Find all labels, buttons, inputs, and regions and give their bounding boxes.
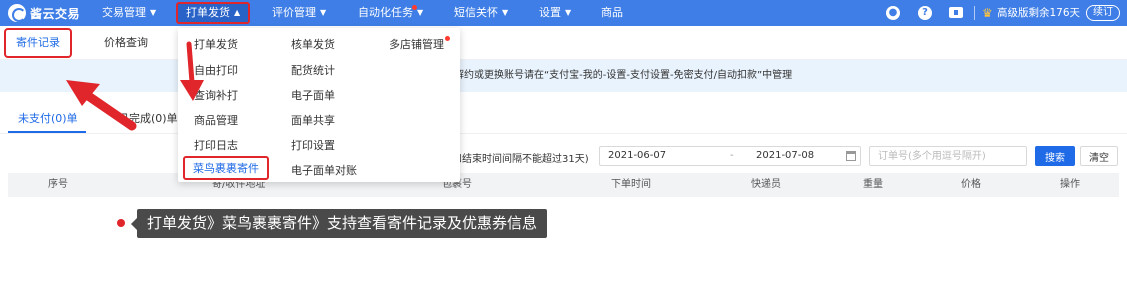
nav-settings[interactable]: 设置 ▼: [539, 0, 571, 26]
date-range-hint: 和结束时间间隔不能超过31天): [452, 154, 589, 165]
help-icon[interactable]: ?: [918, 6, 932, 20]
menu-item-verify-ship[interactable]: 核单发货: [291, 36, 335, 52]
menu-item-waybill-sharing[interactable]: 面单共享: [291, 112, 335, 128]
column-header: 序号: [48, 179, 68, 190]
notification-dot: [445, 36, 450, 41]
top-nav-bar: 酱云交易 交易管理 ▼ 打单发货 ▲ 评价管理 ▼ 自动化任务 ▼ 短信关怀 ▼ 设置 ▼ …: [0, 0, 1127, 26]
tab-price-query[interactable]: 价格查询: [104, 26, 148, 60]
tab-completed[interactable]: 已完成(0)单: [118, 110, 178, 126]
menu-item-e-waybill[interactable]: 电子面单: [291, 87, 335, 103]
menu-item-multi-store[interactable]: 多店铺管理: [389, 36, 444, 52]
menu-item-free-print[interactable]: 自由打印: [194, 62, 238, 78]
chevron-down-icon: ▼: [417, 8, 424, 17]
date-range-picker[interactable]: 2021-06-07 - 2021-07-08: [599, 146, 861, 166]
plan-remaining-text: 高级版剩余176天: [997, 7, 1081, 19]
menu-item-product-management[interactable]: 商品管理: [194, 112, 238, 128]
app-logo[interactable]: 酱云交易: [8, 4, 80, 22]
chevron-down-icon: ▼: [502, 8, 509, 17]
logo-icon: [8, 4, 26, 22]
nav-automation-tasks[interactable]: 自动化任务 ▼: [358, 0, 423, 26]
clear-button[interactable]: 清空: [1080, 146, 1118, 166]
nav-print-ship[interactable]: 打单发货 ▲: [176, 2, 251, 24]
print-ship-dropdown-menu: 打单发货 自由打印 查询补打 商品管理 打印日志 菜鸟裹裹寄件 核单发货 配货统…: [178, 28, 460, 182]
calendar-icon[interactable]: [846, 151, 856, 161]
nav-products[interactable]: 商品: [601, 0, 623, 26]
chevron-up-icon: ▲: [234, 8, 241, 17]
chevron-down-icon: ▼: [565, 8, 572, 17]
menu-item-print-settings[interactable]: 打印设置: [291, 137, 335, 153]
tooltip-dot: [117, 219, 125, 227]
notice-text: 解约或更换账号请在“支付宝-我的-设置-支付设置-免密支付/自动扣款”中管理: [454, 70, 793, 81]
date-separator: -: [730, 150, 734, 161]
divider: [0, 133, 1127, 134]
tab-shipping-records[interactable]: 寄件记录: [4, 28, 72, 58]
notice-bar: 解约或更换账号请在“支付宝-我的-设置-支付设置-免密支付/自动扣款”中管理: [0, 60, 1127, 92]
bell-icon[interactable]: ●: [886, 6, 900, 20]
table-header: 序号 寄/收件地址 包裹号 下单时间 快递员 重量 价格 操作: [8, 173, 1119, 197]
nav-trade-management[interactable]: 交易管理 ▼: [102, 0, 156, 26]
date-end[interactable]: 2021-07-08: [756, 147, 814, 165]
menu-item-picking-stats[interactable]: 配货统计: [291, 62, 335, 78]
notification-dot: [412, 5, 417, 10]
column-header: 快递员: [751, 179, 781, 190]
order-number-input[interactable]: [869, 146, 1027, 166]
nav-sms-care[interactable]: 短信关怀 ▼: [454, 0, 508, 26]
chevron-down-icon: ▼: [150, 8, 157, 17]
tab-unpaid[interactable]: 未支付(0)单: [18, 110, 78, 126]
sub-tab-bar: 寄件记录 价格查询: [0, 26, 1127, 60]
logo-text: 酱云交易: [30, 6, 81, 21]
menu-item-cainiao-shipping[interactable]: 菜鸟裹裹寄件: [183, 156, 269, 180]
ticket-icon[interactable]: [949, 7, 963, 18]
column-header: 价格: [961, 179, 981, 190]
nav-review-management[interactable]: 评价管理 ▼: [272, 0, 326, 26]
column-header: 下单时间: [611, 179, 651, 190]
divider: [974, 6, 975, 20]
tutorial-tooltip: 打单发货》菜鸟裹裹寄件》支持查看寄件记录及优惠券信息: [130, 209, 548, 238]
menu-item-print-ship[interactable]: 打单发货: [194, 36, 238, 52]
menu-item-print-log[interactable]: 打印日志: [194, 137, 238, 153]
chevron-down-icon: ▼: [320, 8, 327, 17]
menu-item-query-reprint[interactable]: 查询补打: [194, 87, 238, 103]
search-button[interactable]: 搜索: [1035, 146, 1075, 166]
column-header: 重量: [863, 179, 883, 190]
column-header: 操作: [1060, 179, 1080, 190]
menu-item-waybill-reconciliation[interactable]: 电子面单对账: [291, 162, 357, 178]
crown-icon: ♛: [982, 6, 993, 20]
renew-button[interactable]: 续订: [1086, 5, 1120, 21]
date-start[interactable]: 2021-06-07: [608, 147, 666, 165]
